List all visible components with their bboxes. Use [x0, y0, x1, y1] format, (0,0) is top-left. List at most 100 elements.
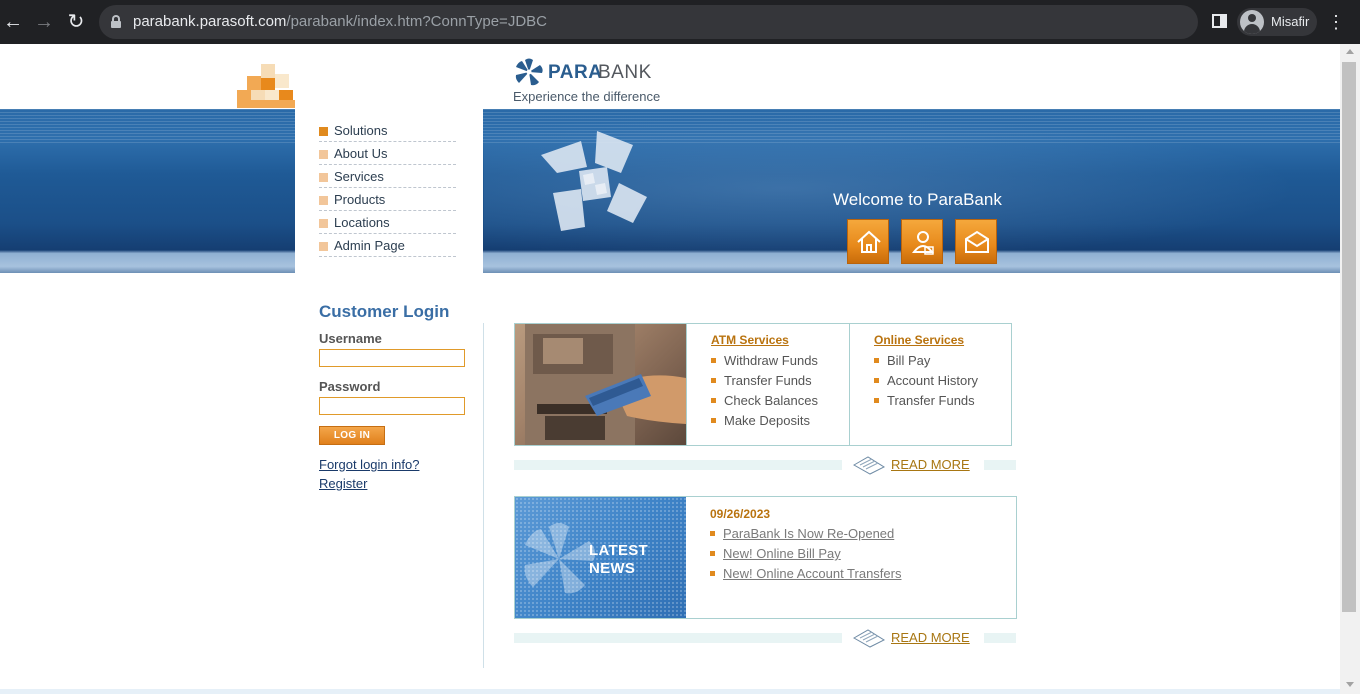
profile-name: Misafir: [1271, 14, 1310, 29]
latest-news-image: LATEST NEWS: [515, 497, 686, 618]
news-read-more-row: READ MORE: [514, 628, 1016, 648]
contact-button[interactable]: [955, 219, 997, 264]
welcome-heading: Welcome to ParaBank: [833, 190, 1002, 209]
atm-card-illustration: [525, 324, 686, 445]
news-item: New! Online Bill Pay: [710, 546, 901, 566]
news-list: ParaBank Is Now Re-Opened New! Online Bi…: [710, 526, 901, 586]
menu-item-locations[interactable]: Locations: [319, 211, 456, 234]
browser-toolbar: ← → ↻ parabank.parasoft.com/parabank/ind…: [0, 0, 1360, 44]
list-item: Withdraw Funds: [711, 353, 818, 373]
list-item: Transfer Funds: [874, 393, 978, 413]
services-box: ATM Services Withdraw Funds Transfer Fun…: [514, 323, 1012, 446]
services-read-more-link[interactable]: READ MORE: [891, 457, 970, 472]
menu-bullet: [319, 219, 328, 228]
news-link[interactable]: New! Online Account Transfers: [723, 566, 901, 581]
password-label: Password: [319, 379, 381, 394]
atm-image: [515, 324, 686, 445]
reload-icon[interactable]: ↻: [63, 9, 89, 35]
list-item: Make Deposits: [711, 413, 818, 433]
banner-emblem: [541, 131, 647, 231]
menu-item-solutions[interactable]: Solutions: [319, 119, 456, 142]
menu-item-admin-page[interactable]: Admin Page: [319, 234, 456, 257]
password-input[interactable]: [319, 397, 465, 415]
menu-link[interactable]: Services: [334, 169, 384, 184]
menu-bullet: [319, 242, 328, 251]
home-button[interactable]: [847, 219, 889, 264]
list-item: Check Balances: [711, 393, 818, 413]
news-date: 09/26/2023: [710, 507, 771, 521]
read-more-bar: [984, 633, 1016, 643]
scroll-up-icon[interactable]: [1346, 49, 1354, 54]
scroll-down-icon[interactable]: [1346, 682, 1354, 687]
news-link[interactable]: New! Online Bill Pay: [723, 546, 841, 561]
back-arrow-icon[interactable]: ←: [0, 9, 26, 35]
read-more-document-icon: [852, 629, 886, 648]
username-input[interactable]: [319, 349, 465, 367]
latest-news-label: LATEST NEWS: [589, 542, 648, 578]
menu-link[interactable]: Locations: [334, 215, 390, 230]
list-item: Bill Pay: [874, 353, 978, 373]
read-more-document-icon: [852, 456, 886, 475]
url-host: parabank.parasoft.com: [133, 13, 287, 30]
read-more-bar: [514, 460, 842, 470]
contact-icon: [965, 230, 989, 253]
left-menu: Solutions About Us Services Products Loc…: [319, 119, 456, 257]
read-more-bar: [514, 633, 842, 643]
latest-news-box: LATEST NEWS 09/26/2023 ParaBank Is Now Re…: [514, 496, 1017, 619]
url-text[interactable]: parabank.parasoft.com/parabank/index.htm…: [133, 13, 547, 30]
services-read-more-row: READ MORE: [514, 455, 1016, 475]
news-item: ParaBank Is Now Re-Opened: [710, 526, 901, 546]
login-button[interactable]: LOG IN: [319, 426, 385, 445]
about-button[interactable]: [901, 219, 943, 264]
list-item: Transfer Funds: [711, 373, 818, 393]
forward-arrow-icon[interactable]: →: [31, 9, 57, 35]
register-link[interactable]: Register: [319, 476, 367, 491]
menu-bullet: [319, 127, 328, 136]
menu-link[interactable]: Products: [334, 192, 385, 207]
menu-bullet: [319, 173, 328, 182]
menu-item-about-us[interactable]: About Us: [319, 142, 456, 165]
left-menu-panel: Solutions About Us Services Products Loc…: [295, 109, 483, 287]
forgot-login-link[interactable]: Forgot login info?: [319, 457, 419, 472]
side-panel-icon[interactable]: [1212, 14, 1227, 28]
online-services-list: Bill Pay Account History Transfer Funds: [874, 353, 978, 413]
menu-item-services[interactable]: Services: [319, 165, 456, 188]
page-scrollbar[interactable]: [1340, 44, 1360, 694]
scrollbar-thumb[interactable]: [1342, 62, 1356, 612]
logo-text-para: PARA: [548, 62, 603, 83]
footer-divider: [0, 689, 1340, 694]
news-flower-icon: [524, 523, 596, 594]
menu-bullet: [319, 196, 328, 205]
lock-icon[interactable]: [111, 15, 121, 28]
menu-link[interactable]: Admin Page: [334, 238, 405, 253]
url-path: /parabank/index.htm?ConnType=JDBC: [286, 13, 547, 30]
profile-avatar-icon: [1240, 10, 1264, 34]
menu-link[interactable]: About Us: [334, 146, 387, 161]
list-item: Account History: [874, 373, 978, 393]
menu-bullet: [319, 150, 328, 159]
menu-link[interactable]: Solutions: [334, 123, 387, 138]
news-link[interactable]: ParaBank Is Now Re-Opened: [723, 526, 894, 541]
more-menu-icon[interactable]: ⋮: [1327, 9, 1345, 35]
page-content: PARA BANK Experience the difference Welc…: [0, 44, 1340, 694]
profile-button[interactable]: Misafir: [1237, 8, 1317, 36]
read-more-bar: [984, 460, 1016, 470]
username-label: Username: [319, 331, 382, 346]
atm-services-list: Withdraw Funds Transfer Funds Check Bala…: [711, 353, 818, 433]
menu-item-products[interactable]: Products: [319, 188, 456, 211]
decorative-squares: [237, 64, 295, 108]
latest-news-line1: LATEST: [589, 542, 649, 559]
logo-text-bank: BANK: [598, 62, 652, 83]
logo-flower-icon: [515, 58, 543, 86]
header-banner: Welcome to ParaBank: [0, 109, 1340, 273]
news-item: New! Online Account Transfers: [710, 566, 901, 586]
tagline: Experience the difference: [513, 89, 661, 104]
address-bar[interactable]: parabank.parasoft.com/parabank/index.htm…: [99, 5, 1198, 39]
customer-login-title: Customer Login: [319, 302, 450, 321]
online-services-column: Online Services Bill Pay Account History…: [849, 324, 1011, 445]
atm-services-link[interactable]: ATM Services: [711, 333, 789, 347]
news-content: 09/26/2023 ParaBank Is Now Re-Opened New…: [686, 497, 1016, 618]
online-services-link[interactable]: Online Services: [874, 333, 964, 347]
home-icon: [857, 230, 881, 253]
news-read-more-link[interactable]: READ MORE: [891, 630, 970, 645]
